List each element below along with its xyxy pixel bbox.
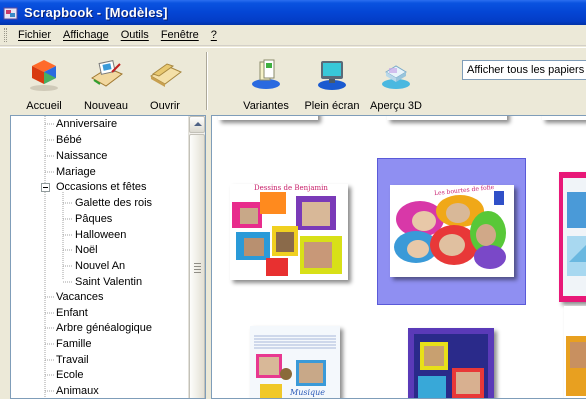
- preview-3d-icon: [382, 65, 410, 89]
- thumb-dessins-art: [230, 184, 348, 280]
- new-button[interactable]: Nouveau: [74, 54, 138, 112]
- gallery-thumb-bourtes[interactable]: Les bourtes de fofie: [390, 185, 514, 277]
- tree-item-arbre[interactable]: Arbre généalogique: [56, 320, 152, 336]
- scroll-thumb-grip: [194, 263, 201, 275]
- tree-item-enfant[interactable]: Enfant: [56, 305, 88, 321]
- tree-item-galette[interactable]: Galette des rois: [75, 195, 152, 211]
- window-title: Scrapbook - [Modèles]: [24, 5, 168, 20]
- thumb-bourtes-art: [390, 185, 514, 277]
- variants-button[interactable]: Variantes: [234, 54, 298, 112]
- thumb-dessins-caption: Dessins de Benjamin: [254, 184, 328, 192]
- toolbar: Accueil Nouveau Ouvrir Variantes Plein é…: [0, 47, 586, 113]
- fullscreen-monitor-icon: [318, 61, 346, 90]
- new-project-icon: [91, 60, 123, 87]
- scrapbook-app-icon: [3, 7, 18, 19]
- tree-scrollbar[interactable]: [188, 116, 205, 398]
- tree-item-saint-valentin[interactable]: Saint Valentin: [75, 274, 142, 290]
- gallery-thumb-3[interactable]: [559, 172, 586, 302]
- tree-item-vacances[interactable]: Vacances: [56, 289, 104, 305]
- gallery-thumb-musique[interactable]: Musique: [250, 326, 340, 398]
- tree-item-travail[interactable]: Travail: [56, 352, 89, 368]
- tree-item-anniversaire[interactable]: Anniversaire: [56, 116, 117, 132]
- home-cubes-icon: [30, 60, 58, 91]
- tree-item-mariage[interactable]: Mariage: [56, 164, 96, 180]
- gallery-thumb-5[interactable]: [408, 328, 494, 398]
- menu-affichage[interactable]: Affichage: [57, 27, 115, 43]
- gallery-thumb-partial[interactable]: [218, 116, 318, 120]
- tree-item-nouvel-an[interactable]: Nouvel An: [75, 258, 125, 274]
- title-bar[interactable]: Scrapbook - [Modèles]: [0, 0, 586, 25]
- gallery-thumb-selected-frame[interactable]: Les bourtes de fofie: [377, 158, 526, 305]
- category-tree-panel: Anniversaire Bébé Naissance Mariage Occa…: [10, 115, 206, 399]
- open-project-icon: [150, 63, 182, 87]
- preview-3d-button[interactable]: Aperçu 3D: [364, 54, 428, 112]
- tree-item-paques[interactable]: Pâques: [75, 211, 112, 227]
- toolbar-separator: [206, 52, 208, 110]
- fullscreen-label: Plein écran: [304, 100, 360, 112]
- fullscreen-button[interactable]: Plein écran: [300, 54, 364, 112]
- tree-item-animaux[interactable]: Animaux: [56, 383, 99, 398]
- open-label: Ouvrir: [150, 100, 180, 112]
- gallery-thumb-dessins[interactable]: Dessins de Benjamin: [230, 184, 348, 280]
- new-label: Nouveau: [83, 100, 129, 112]
- thumb-musique-caption: Musique: [290, 388, 326, 397]
- thumb-3-art: [559, 172, 586, 302]
- menu-fichier[interactable]: Fichier: [12, 27, 57, 43]
- tree-item-famille[interactable]: Famille: [56, 336, 91, 352]
- variants-label: Variantes: [243, 100, 289, 112]
- menu-grip[interactable]: [4, 28, 7, 42]
- thumb-5-art: [408, 328, 494, 398]
- variants-icon: [252, 59, 280, 89]
- tree-item-bebe[interactable]: Bébé: [56, 132, 82, 148]
- menu-fenetre[interactable]: Fenêtre: [155, 27, 205, 43]
- tree-item-occasions[interactable]: Occasions et fêtes: [56, 179, 147, 195]
- main-area: Anniversaire Bébé Naissance Mariage Occa…: [0, 113, 586, 399]
- open-button[interactable]: Ouvrir: [133, 54, 197, 112]
- preview-3d-label: Aperçu 3D: [370, 100, 422, 112]
- gallery-thumb-partial[interactable]: [542, 116, 586, 120]
- tree-item-naissance[interactable]: Naissance: [56, 148, 107, 164]
- scroll-up-button[interactable]: [189, 116, 205, 133]
- home-label: Accueil: [26, 100, 62, 112]
- tree-item-halloween[interactable]: Halloween: [75, 227, 126, 243]
- tree-item-noel[interactable]: Noël: [75, 242, 98, 258]
- category-tree: Anniversaire Bébé Naissance Mariage Occa…: [11, 116, 189, 398]
- menu-bar: Fichier Affichage Outils Fenêtre ?: [0, 25, 586, 46]
- occasions-collapse-toggle[interactable]: [41, 183, 50, 192]
- paper-filter-select[interactable]: Afficher tous les papiers: [462, 60, 586, 80]
- home-button[interactable]: Accueil: [12, 54, 76, 112]
- gallery-thumb-6[interactable]: [564, 306, 586, 398]
- scroll-thumb[interactable]: [189, 134, 205, 398]
- tree-item-ecole[interactable]: Ecole: [56, 367, 84, 383]
- menu-outils[interactable]: Outils: [115, 27, 155, 43]
- template-gallery: Dessins de Benjamin Les bourtes de fofie…: [211, 115, 586, 399]
- gallery-thumb-partial[interactable]: [387, 116, 507, 120]
- thumb-6-art: [564, 306, 586, 398]
- menu-help[interactable]: ?: [205, 27, 223, 43]
